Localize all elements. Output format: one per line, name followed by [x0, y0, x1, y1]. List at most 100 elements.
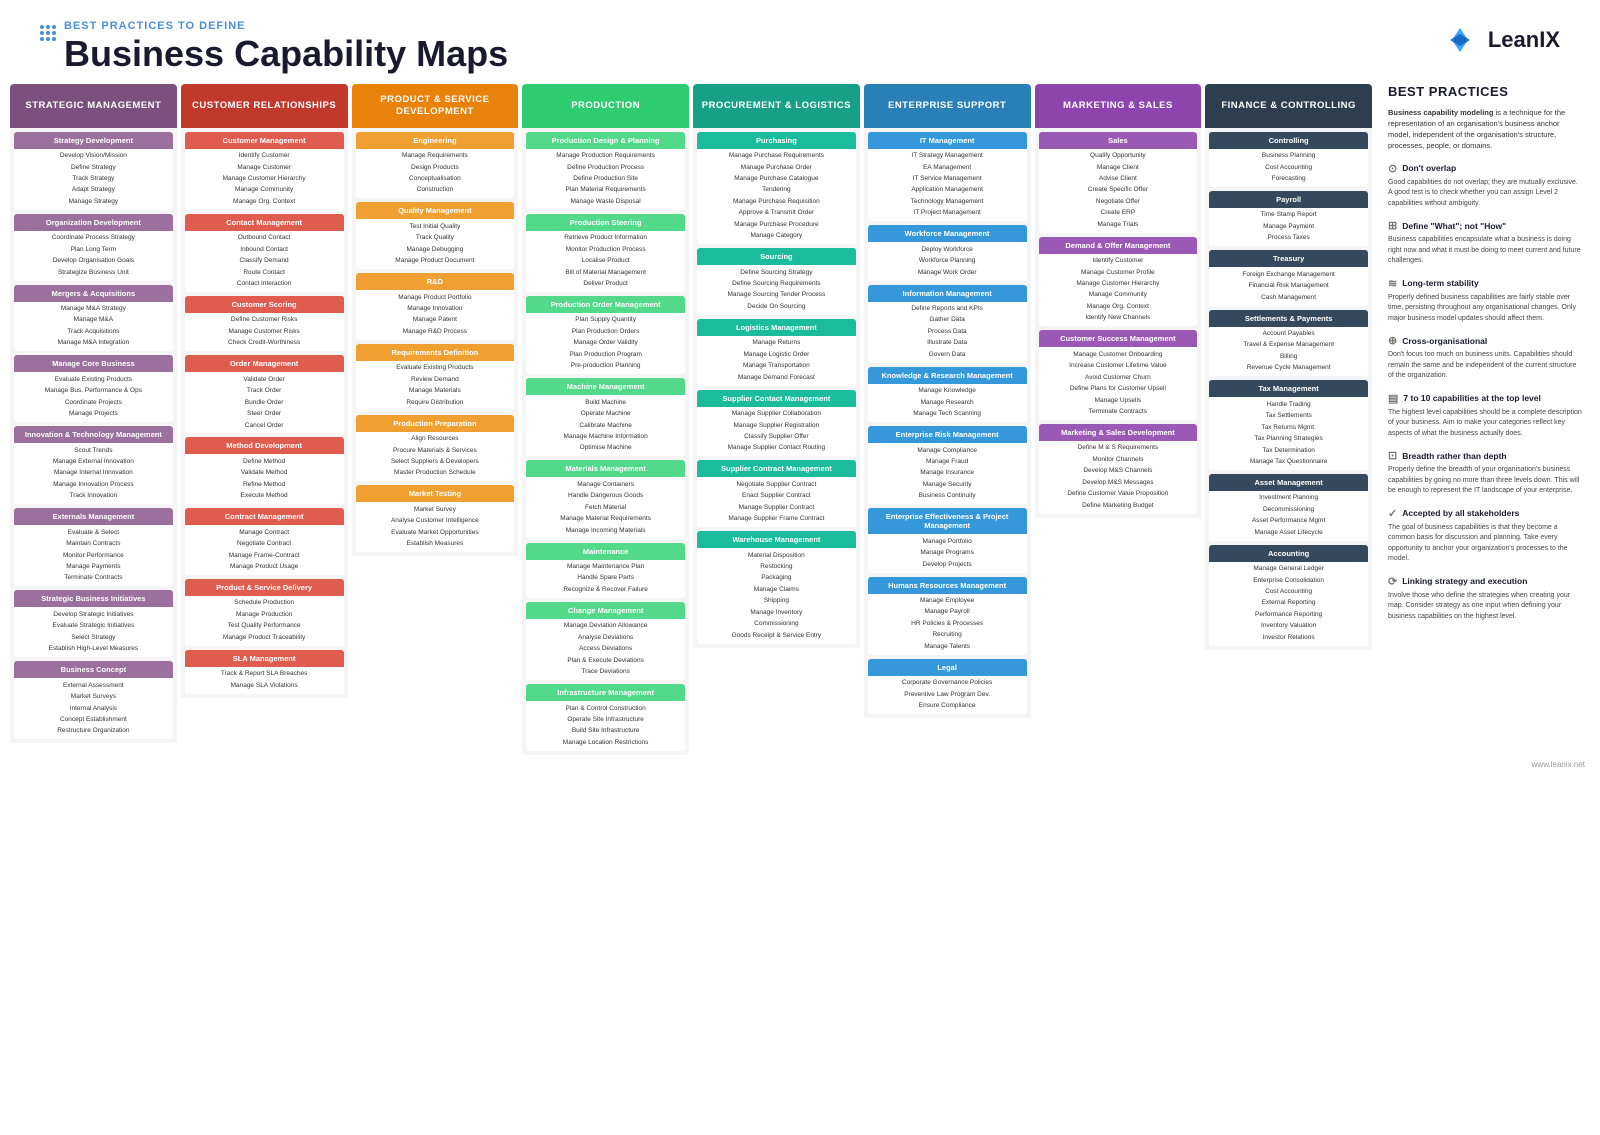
- group-header: Tax Management: [1209, 380, 1368, 397]
- capability-group: Strategy DevelopmentDevelop Vision/Missi…: [14, 132, 173, 210]
- capability-group: Infrastructure ManagementPlan & Control …: [526, 684, 685, 751]
- list-item: Plan Supply Quantity: [529, 315, 682, 326]
- list-item: Account Payables: [1212, 329, 1365, 340]
- list-item: Define Customer Risks: [188, 315, 341, 326]
- column-strategic: STRATEGIC MANAGEMENTStrategy Development…: [10, 84, 177, 755]
- group-header: Organization Development: [14, 214, 173, 231]
- page-title: Business Capability Maps: [64, 34, 508, 74]
- list-item: Define Production Process: [529, 162, 682, 173]
- list-item: Operate Site Infrastructure: [529, 714, 682, 725]
- best-practice-title-text: Accepted by all stakeholders: [1402, 508, 1519, 518]
- list-item: Handle Dangerous Goods: [529, 491, 682, 502]
- group-header: Purchasing: [697, 132, 856, 149]
- best-practice-item: ⊞Define "What"; not "How"Business capabi…: [1388, 219, 1582, 267]
- group-header: Demand & Offer Management: [1039, 237, 1198, 254]
- list-item: Develop Organisation Goals: [17, 256, 170, 267]
- list-item: Manage Purchase Procedure: [700, 219, 853, 230]
- list-item: Bill of Material Management: [529, 267, 682, 278]
- list-item: Execute Method: [188, 491, 341, 502]
- list-item: Inbound Contact: [188, 244, 341, 255]
- list-item: Plan & Execute Deviations: [529, 655, 682, 666]
- group-items: Develop Strategic InitiativesEvaluate St…: [14, 607, 173, 657]
- group-header: Change Management: [526, 602, 685, 619]
- group-items: Identify CustomerManage Customer Profile…: [1039, 254, 1198, 327]
- list-item: Identify Customer: [188, 151, 341, 162]
- capability-group: Requirements DefinitionEvaluate Existing…: [356, 344, 515, 411]
- list-item: Deliver Product: [529, 279, 682, 290]
- list-item: Establish High-Level Measures: [17, 644, 170, 655]
- group-items: Handle TradingTax SettlementsTax Returns…: [1209, 397, 1368, 470]
- list-item: Scout Trends: [17, 445, 170, 456]
- list-item: Manage General Ledger: [1212, 564, 1365, 575]
- group-header: Production Steering: [526, 214, 685, 231]
- capability-group: SLA ManagementTrack & Report SLA Breache…: [185, 650, 344, 694]
- list-item: Manage Security: [871, 479, 1024, 490]
- group-header: Machine Management: [526, 378, 685, 395]
- group-items: Manage Purchase RequirementsManage Purch…: [697, 149, 856, 245]
- capability-group: Change ManagementManage Deviation Allowa…: [526, 602, 685, 680]
- list-item: Tax Planning Strategies: [1212, 434, 1365, 445]
- list-item: Evaluate & Select: [17, 527, 170, 538]
- best-practice-item-title: ⊕Cross-organisational: [1388, 334, 1582, 347]
- list-item: Check Credit-Worthiness: [188, 338, 341, 349]
- list-item: Shipping: [700, 596, 853, 607]
- group-header: Customer Scoring: [185, 296, 344, 313]
- list-item: Inventory Valuation: [1212, 621, 1365, 632]
- list-item: Analyse Deviations: [529, 632, 682, 643]
- capability-group: Production PreparationAlign ResourcesPro…: [356, 415, 515, 482]
- list-item: Develop Projects: [871, 559, 1024, 570]
- list-item: Monitor Production Process: [529, 244, 682, 255]
- group-items: Manage M&A StrategyManage M&ATrack Acqui…: [14, 302, 173, 352]
- column-enterprise: ENTERPRISE SUPPORTIT ManagementIT Strate…: [864, 84, 1031, 755]
- list-item: Manage Supplier Contact Routing: [700, 443, 853, 454]
- best-practice-description: Involve those who define the strategies …: [1388, 591, 1582, 623]
- list-item: Restructure Organization: [17, 726, 170, 737]
- list-item: Manage R&D Process: [359, 326, 512, 337]
- list-item: Plan Long Term: [17, 244, 170, 255]
- list-item: Handle Trading: [1212, 399, 1365, 410]
- best-practice-title-text: Breadth rather than depth: [1402, 451, 1506, 461]
- capability-group: IT ManagementIT Strategy ManagementEA Ma…: [868, 132, 1027, 222]
- group-items: Manage ContractNegotiate ContractManage …: [185, 525, 344, 575]
- list-item: Validate Method: [188, 468, 341, 479]
- group-items: Deploy WorkforceWorkforce PlanningManage…: [868, 242, 1027, 280]
- list-item: Enterprise Consolidation: [1212, 575, 1365, 586]
- list-item: Outbound Contact: [188, 233, 341, 244]
- list-item: Coordinate Process Strategy: [17, 233, 170, 244]
- group-header: Strategic Business Initiatives: [14, 590, 173, 607]
- list-item: Access Deviations: [529, 644, 682, 655]
- group-items: Manage General LedgerEnterprise Consolid…: [1209, 562, 1368, 646]
- group-items: Test Initial QualityTrack QualityManage …: [356, 219, 515, 269]
- list-item: Manage Payments: [17, 562, 170, 573]
- capability-group: Knowledge & Research ManagementManage Kn…: [868, 367, 1027, 422]
- list-item: Master Production Schedule: [359, 468, 512, 479]
- column-body-customer: Customer ManagementIdentify CustomerMana…: [181, 128, 348, 698]
- best-practice-title-text: Linking strategy and execution: [1402, 576, 1527, 586]
- list-item: Recognize & Recover Failure: [529, 584, 682, 595]
- group-items: Align ResourcesProcure Materials & Servi…: [356, 432, 515, 482]
- list-item: Manage Sourcing Tender Process: [700, 290, 853, 301]
- list-item: Trace Deviations: [529, 667, 682, 678]
- list-item: Manage External Innovation: [17, 456, 170, 467]
- list-item: Manage Containers: [529, 479, 682, 490]
- capability-group: Organization Development Coordinate Proce…: [14, 214, 173, 281]
- group-items: Manage Customer OnboardingIncrease Custo…: [1039, 347, 1198, 420]
- capability-group: Settlements & PaymentsAccount PayablesTr…: [1209, 310, 1368, 377]
- list-item: Qualify Opportunity: [1042, 151, 1195, 162]
- best-practice-item-title: ⊞Define "What"; not "How": [1388, 219, 1582, 232]
- list-item: Procure Materials & Services: [359, 445, 512, 456]
- list-item: Align Resources: [359, 434, 512, 445]
- list-item: Maintain Contracts: [17, 539, 170, 550]
- list-item: Manage Location Restrictions: [529, 737, 682, 748]
- list-item: Manage Trials: [1042, 219, 1195, 230]
- list-item: Business Continuity: [871, 491, 1024, 502]
- list-item: Manage Community: [188, 185, 341, 196]
- list-item: Manage Programs: [871, 548, 1024, 559]
- group-header: Order Management: [185, 355, 344, 372]
- capability-group: Enterprise Effectiveness & Project Manag…: [868, 508, 1027, 572]
- list-item: Manage Asset Lifecycle: [1212, 527, 1365, 538]
- list-item: Manage Claims: [700, 584, 853, 595]
- list-item: Manage Material Requirements: [529, 514, 682, 525]
- capability-group: Supplier Contact ManagementManage Suppli…: [697, 390, 856, 457]
- list-item: Negotiate Supplier Contract: [700, 479, 853, 490]
